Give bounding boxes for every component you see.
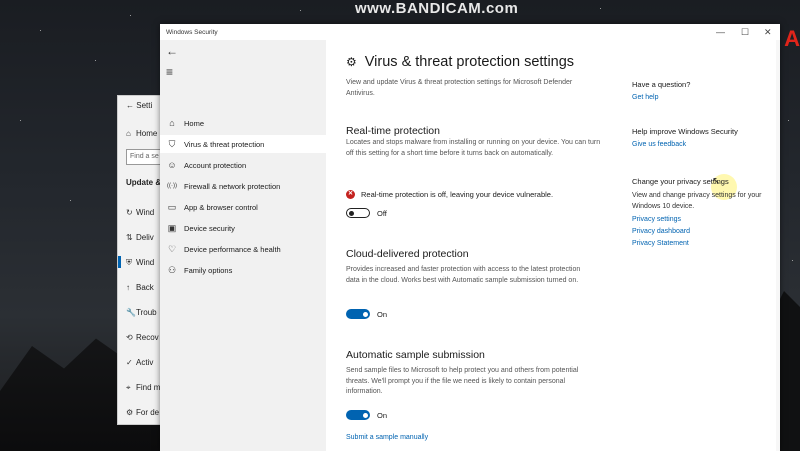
shield-icon: ⛨: [126, 258, 132, 267]
page-title: ⚙ Virus & threat protection settings: [346, 54, 575, 70]
privacy-statement-link[interactable]: Privacy Statement: [632, 240, 772, 247]
sample-description: Send sample files to Microsoft to help p…: [346, 367, 579, 395]
sidebar-item-label: Virus & threat protection: [184, 139, 265, 149]
feedback-section: Help improve Windows Security Give us fe…: [632, 127, 772, 148]
sidebar-item-virus-threat[interactable]: ⛉ Virus & threat protection: [160, 135, 326, 153]
settings-item-delivery[interactable]: ⇅ Deliv: [126, 233, 154, 242]
bandicam-watermark: www.BANDICAM.com: [355, 0, 519, 17]
gear-icon: ⚙: [346, 55, 357, 69]
close-button[interactable]: ✕: [764, 27, 772, 38]
sidebar-item-app-browser[interactable]: ▭ App & browser control: [160, 198, 326, 216]
feedback-heading: Help improve Windows Security: [632, 127, 738, 136]
cloud-description: Provides increased and faster protection…: [346, 266, 581, 284]
sidebar-item-label: Device performance & health: [184, 244, 281, 254]
back-arrow-icon[interactable]: ←: [166, 44, 178, 58]
toggle-state-label: Off: [377, 208, 387, 218]
scrollbar[interactable]: [776, 40, 780, 451]
privacy-dashboard-link[interactable]: Privacy dashboard: [632, 228, 772, 235]
cloud-heading: Cloud-delivered protection: [346, 248, 469, 260]
settings-item-find-my-device[interactable]: ⌖ Find m: [126, 383, 160, 393]
toggle-switch-off[interactable]: [346, 208, 370, 218]
sidebar-item-label: Firewall & network protection: [184, 181, 281, 191]
sidebar-item-label: App & browser control: [184, 202, 258, 212]
shield-icon: ⛉: [168, 138, 176, 149]
realtime-toggle[interactable]: Off: [346, 208, 387, 218]
sample-heading: Automatic sample submission: [346, 349, 485, 361]
settings-item-windows-update[interactable]: ↻ Wind: [126, 208, 154, 217]
sidebar-item-label: Home: [184, 118, 205, 128]
privacy-heading: Change your privacy settings: [632, 177, 729, 186]
settings-item-for-developers[interactable]: ⚙ For de: [126, 408, 159, 417]
error-icon: ✕: [346, 190, 355, 199]
hamburger-menu-icon[interactable]: ≡: [166, 65, 173, 79]
wrench-icon: 🔧: [126, 308, 136, 317]
family-icon: ⚇: [167, 264, 177, 275]
realtime-heading: Real-time protection: [346, 125, 440, 137]
delivery-icon: ⇅: [126, 233, 133, 242]
sidebar-item-account[interactable]: ☺ Account protection: [160, 156, 326, 174]
recovery-icon: ⟲: [126, 333, 133, 342]
toggle-state-label: On: [377, 309, 388, 319]
submit-sample-link[interactable]: Submit a sample manually: [346, 434, 428, 441]
toggle-switch-on[interactable]: [346, 309, 370, 319]
sidebar-item-label: Account protection: [184, 160, 247, 170]
account-icon: ☺: [167, 160, 177, 170]
app-browser-icon: ▭: [167, 201, 177, 212]
corner-mark: A: [784, 26, 800, 51]
settings-section-update: Update &: [126, 178, 162, 187]
minimize-button[interactable]: —: [716, 27, 725, 37]
wifi-icon: ((·)): [167, 183, 177, 189]
settings-item-backup[interactable]: ↑ Back: [126, 283, 154, 292]
sidebar-item-performance[interactable]: ♡ Device performance & health: [160, 240, 326, 258]
settings-item-recovery[interactable]: ⟲ Recov: [126, 333, 159, 342]
toggle-switch-on[interactable]: [346, 410, 370, 420]
settings-back-arrow[interactable]: ← Setti: [126, 101, 152, 110]
device-security-icon: ▣: [167, 222, 177, 233]
realtime-description: Locates and stops malware from installin…: [346, 139, 601, 157]
windows-security-window: Windows Security — ☐ ✕ ← ≡ ⌂ Home ⛉ Viru…: [160, 24, 780, 451]
heart-icon: ♡: [167, 243, 177, 254]
sidebar-item-firewall[interactable]: ((·)) Firewall & network protection: [160, 177, 326, 195]
settings-item-troubleshoot[interactable]: 🔧Troub: [126, 308, 157, 317]
title-bar[interactable]: Windows Security — ☐ ✕: [160, 24, 780, 40]
backup-icon: ↑: [126, 283, 130, 292]
realtime-warning: ✕ Real-time protection is off, leaving y…: [346, 190, 554, 199]
sidebar-item-home[interactable]: ⌂ Home: [160, 114, 326, 132]
sidebar-item-label: Device security: [184, 223, 235, 233]
home-icon: ⌂: [169, 118, 175, 128]
settings-item-activation[interactable]: ✓ Activ: [126, 358, 153, 367]
settings-item-windows-security[interactable]: ⛨ Wind: [126, 258, 154, 268]
selection-indicator: [118, 256, 121, 268]
check-icon: ✓: [126, 358, 133, 367]
dev-icon: ⚙: [126, 408, 134, 417]
sidebar: ← ≡ ⌂ Home ⛉ Virus & threat protection ☺…: [160, 40, 326, 451]
page-description: View and update Virus & threat protectio…: [346, 79, 573, 97]
cloud-toggle[interactable]: On: [346, 309, 387, 319]
maximize-button[interactable]: ☐: [741, 27, 749, 38]
home-icon: ⌂: [126, 129, 131, 138]
help-heading: Have a question?: [632, 80, 691, 89]
help-section: Have a question? Get help: [632, 80, 772, 101]
sidebar-item-family[interactable]: ⚇ Family options: [160, 261, 326, 279]
privacy-settings-link[interactable]: Privacy settings: [632, 216, 772, 223]
privacy-section: Change your privacy settings View and ch…: [632, 177, 772, 247]
refresh-icon: ↻: [126, 208, 133, 217]
sidebar-item-device-security[interactable]: ▣ Device security: [160, 219, 326, 237]
sidebar-item-label: Family options: [184, 265, 233, 275]
find-icon: ⌖: [126, 383, 131, 392]
get-help-link[interactable]: Get help: [632, 94, 772, 101]
toggle-state-label: On: [377, 410, 388, 420]
feedback-link[interactable]: Give us feedback: [632, 141, 772, 148]
sample-toggle[interactable]: On: [346, 410, 387, 420]
privacy-description: View and change privacy settings for you…: [632, 192, 762, 210]
window-title: Windows Security: [166, 29, 218, 36]
settings-home-item[interactable]: ⌂ Home: [126, 129, 157, 138]
